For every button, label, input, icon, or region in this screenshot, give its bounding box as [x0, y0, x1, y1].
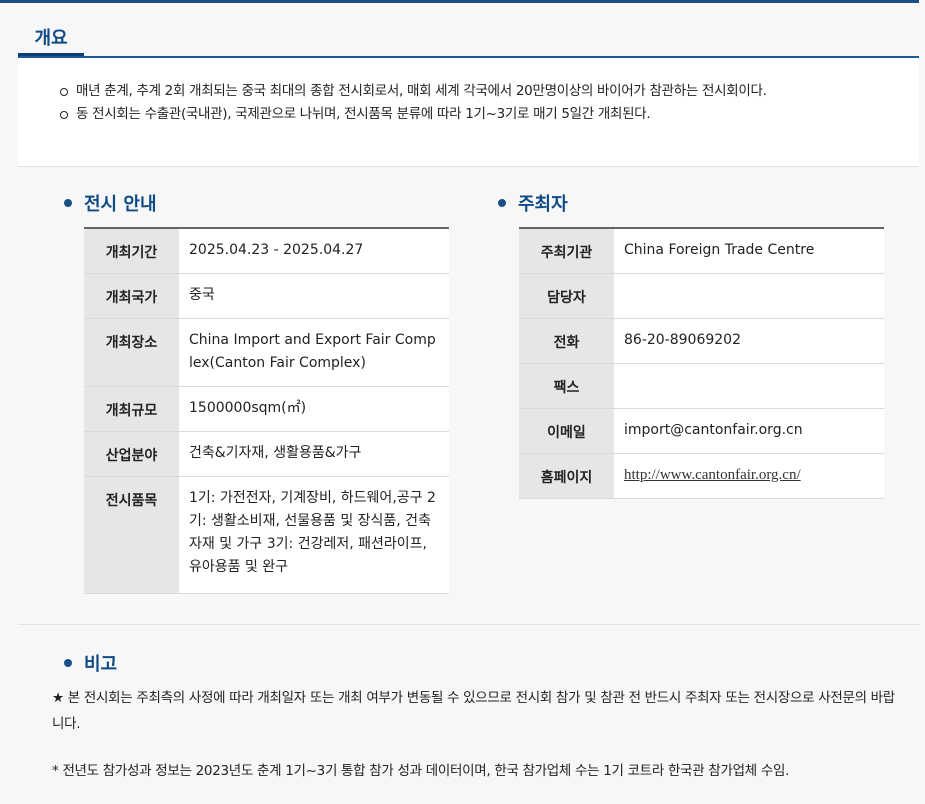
table-row: 전화 86-20-89069202: [519, 318, 884, 364]
row-label: 산업분야: [84, 431, 179, 477]
row-label: 이메일: [519, 408, 614, 454]
table-row: 개최국가 중국: [84, 273, 449, 319]
row-value: [614, 363, 884, 409]
overview-text: 매년 춘계, 추계 2회 개최되는 중국 최대의 종합 전시회로서, 매회 세계…: [76, 83, 767, 99]
organizer-info-table: 주최기관 China Foreign Trade Centre 담당자 전화 8…: [519, 227, 884, 499]
row-value: 86-20-89069202: [614, 318, 884, 364]
row-label: 개최기간: [84, 228, 179, 274]
section-title-text: 전시 안내: [84, 194, 157, 215]
table-row: 개최기간 2025.04.23 - 2025.04.27: [84, 228, 449, 274]
section-title-text: 비고: [84, 654, 118, 675]
circle-bullet-icon: [60, 110, 68, 119]
remarks-notice: ★ 본 전시회는 주최측의 사정에 따라 개최일자 또는 개최 여부가 변동될 …: [52, 690, 895, 732]
table-row: 팩스: [519, 363, 884, 409]
table-row: 주최기관 China Foreign Trade Centre: [519, 228, 884, 274]
row-value: 2025.04.23 - 2025.04.27: [179, 228, 449, 274]
remarks-section-title: 비고: [64, 650, 117, 676]
table-row: 전시품목 1기: 가전전자, 기계장비, 하드웨어,공구 2기: 생활소비재, …: [84, 476, 449, 594]
row-value: [614, 273, 884, 319]
bullet-dot-icon: [498, 199, 506, 207]
table-row: 담당자: [519, 273, 884, 319]
overview-text: 동 전시회는 수출관(국내관), 국제관으로 나뉘며, 전시품목 분류에 따라 …: [76, 106, 651, 122]
organizer-section-title: 주최자: [498, 190, 568, 216]
row-label: 개최국가: [84, 273, 179, 319]
overview-section: 매년 춘계, 추계 2회 개최되는 중국 최대의 종합 전시회로서, 매회 세계…: [18, 58, 919, 167]
table-row: 산업분야 건축&기자재, 생활용품&가구: [84, 431, 449, 477]
overview-list: 매년 춘계, 추계 2회 개최되는 중국 최대의 종합 전시회로서, 매회 세계…: [60, 80, 767, 126]
row-label: 개최장소: [84, 318, 179, 387]
row-value: China Foreign Trade Centre: [614, 228, 884, 274]
bullet-dot-icon: [64, 659, 72, 667]
row-label: 전화: [519, 318, 614, 364]
top-border: [0, 0, 919, 3]
row-value: 1500000sqm(㎡): [179, 386, 449, 432]
exhibition-info-table: 개최기간 2025.04.23 - 2025.04.27 개최국가 중국 개최장…: [84, 227, 449, 594]
tab-overview[interactable]: 개요: [18, 20, 84, 56]
list-item: 매년 춘계, 추계 2회 개최되는 중국 최대의 종합 전시회로서, 매회 세계…: [60, 80, 767, 103]
row-value: http://www.cantonfair.org.cn/: [614, 453, 884, 499]
remarks-footnote: * 전년도 참가성과 정보는 2023년도 춘계 1기~3기 통합 참가 성과 …: [52, 763, 790, 779]
row-label: 팩스: [519, 363, 614, 409]
row-value: 건축&기자재, 생활용품&가구: [179, 431, 449, 477]
section-title-text: 주최자: [518, 194, 568, 215]
row-value: China Import and Export Fair Complex(Can…: [179, 318, 449, 387]
row-value: 중국: [179, 273, 449, 319]
row-label: 개최규모: [84, 386, 179, 432]
row-value: 1기: 가전전자, 기계장비, 하드웨어,공구 2기: 생활소비재, 선물용품 …: [179, 476, 449, 594]
table-row: 이메일 import@cantonfair.org.cn: [519, 408, 884, 454]
table-row: 개최장소 China Import and Export Fair Comple…: [84, 318, 449, 387]
table-row: 개최규모 1500000sqm(㎡): [84, 386, 449, 432]
homepage-link[interactable]: http://www.cantonfair.org.cn/: [624, 467, 801, 483]
row-value: import@cantonfair.org.cn: [614, 408, 884, 454]
row-label: 담당자: [519, 273, 614, 319]
row-label: 홈페이지: [519, 453, 614, 499]
circle-bullet-icon: [60, 87, 68, 96]
row-label: 전시품목: [84, 476, 179, 594]
exhibition-section-title: 전시 안내: [64, 190, 157, 216]
table-row: 홈페이지 http://www.cantonfair.org.cn/: [519, 453, 884, 499]
row-label: 주최기관: [519, 228, 614, 274]
bullet-dot-icon: [64, 199, 72, 207]
list-item: 동 전시회는 수출관(국내관), 국제관으로 나뉘며, 전시품목 분류에 따라 …: [60, 103, 767, 126]
